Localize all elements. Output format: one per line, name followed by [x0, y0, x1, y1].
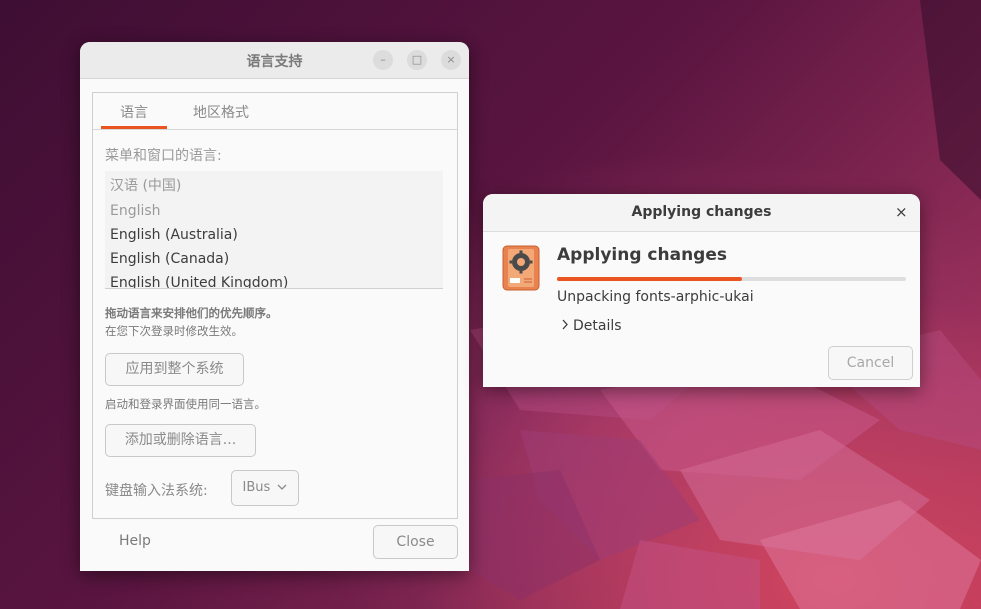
tab-language[interactable]: 语言	[120, 102, 148, 122]
close-window-button[interactable]: ×	[441, 50, 461, 70]
settings-panel: 语言 地区格式 菜单和窗口的语言: 汉语 (中国) English Englis…	[92, 92, 458, 519]
progress-bar	[557, 277, 906, 281]
status-text: Unpacking fonts-arphic-ukai	[557, 289, 754, 305]
tab-regional-formats[interactable]: 地区格式	[193, 102, 249, 122]
keyboard-input-value: IBus	[242, 480, 271, 495]
list-item[interactable]: English (Australia)	[105, 223, 443, 247]
list-item[interactable]: English	[105, 199, 443, 223]
list-item[interactable]: English (United Kingdom)	[105, 271, 443, 288]
dialog-heading: Applying changes	[557, 245, 727, 265]
next-login-hint: 在您下次登录时修改生效。	[105, 324, 243, 338]
drag-hint: 拖动语言来安排他们的优先顺序。	[105, 306, 278, 320]
close-icon[interactable]: ×	[895, 203, 908, 221]
applying-changes-dialog: Applying changes × Applying changes Unpa…	[483, 194, 920, 387]
list-item[interactable]: 汉语 (中国)	[105, 171, 443, 199]
language-list[interactable]: 汉语 (中国) English English (Australia) Engl…	[105, 171, 443, 289]
maximize-button[interactable]: □	[407, 50, 427, 70]
title-bar[interactable]: 语言支持 – □ ×	[80, 42, 469, 79]
tab-bar: 语言 地区格式	[93, 93, 457, 130]
chevron-down-icon	[277, 471, 287, 505]
dialog-title: Applying changes	[631, 204, 772, 220]
keyboard-input-label: 键盘输入法系统:	[105, 483, 208, 499]
progress-fill	[557, 277, 742, 281]
language-support-window: 语言支持 – □ × 语言 地区格式 菜单和窗口的语言: 汉语 (中国) Eng…	[80, 42, 469, 571]
active-tab-indicator	[101, 126, 167, 129]
help-button[interactable]: Help	[119, 533, 151, 549]
details-expander[interactable]: Details	[561, 318, 622, 334]
details-label: Details	[573, 318, 622, 334]
add-remove-languages-button[interactable]: 添加或删除语言...	[105, 424, 256, 457]
title-bar[interactable]: Applying changes ×	[483, 194, 920, 232]
keyboard-input-select[interactable]: IBus	[231, 470, 299, 506]
apply-system-wide-button[interactable]: 应用到整个系统	[105, 353, 244, 386]
login-screen-hint: 启动和登录界面使用同一语言。	[105, 397, 266, 411]
cancel-button[interactable]: Cancel	[828, 346, 913, 380]
menu-language-label: 菜单和窗口的语言:	[105, 148, 222, 164]
list-item[interactable]: English (Canada)	[105, 247, 443, 271]
close-button[interactable]: Close	[373, 525, 458, 559]
package-installer-icon	[502, 245, 540, 291]
minimize-button[interactable]: –	[373, 50, 393, 70]
chevron-right-icon	[561, 318, 569, 334]
